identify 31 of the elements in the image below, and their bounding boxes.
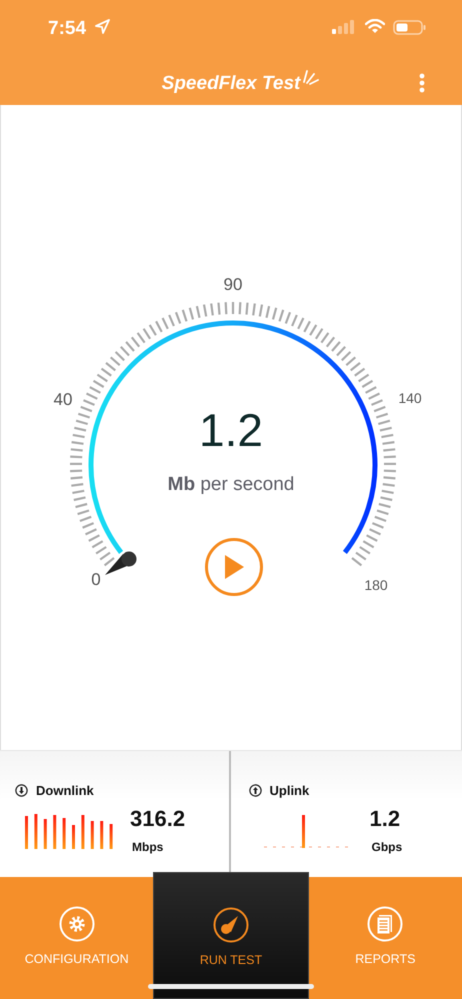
stat-unit: Gbps <box>372 839 402 856</box>
wifi-icon <box>365 19 385 34</box>
stat-title: Downlink <box>36 782 94 800</box>
scale-label: 180 <box>364 577 388 593</box>
scale-label: 40 <box>54 390 72 409</box>
gauge-needle <box>105 552 136 575</box>
speed-reading: 1.2 <box>199 407 263 453</box>
document-icon <box>367 906 404 942</box>
download-icon <box>15 784 28 798</box>
stat-title: Uplink <box>270 782 310 800</box>
gear-icon <box>58 906 95 942</box>
stat-unit: Mbps <box>132 839 164 856</box>
signal-icon <box>332 20 356 34</box>
more-icon <box>419 72 425 93</box>
stat-value: 316.2 <box>130 808 186 830</box>
upload-icon <box>248 784 262 798</box>
app-title: SpeedFlex Test <box>162 73 300 94</box>
nav-tab[interactable]: CONFIGURATION <box>0 877 154 999</box>
scale-label: 0 <box>91 570 101 589</box>
nav-tab[interactable]: RUN TEST <box>153 872 309 999</box>
stat-value: 1.2 <box>370 808 400 830</box>
gauge-icon <box>212 907 249 943</box>
speed-lines-icon <box>301 69 320 85</box>
status-time: 7:54 <box>48 17 86 41</box>
speed-unit: Mb per second <box>168 474 294 495</box>
scale-label: 90 <box>224 275 242 294</box>
nav-tab[interactable]: REPORTS <box>308 877 462 999</box>
play-icon <box>223 554 245 580</box>
scale-label: 140 <box>398 390 422 406</box>
battery-icon <box>393 20 426 35</box>
location-arrow-icon <box>95 19 110 34</box>
